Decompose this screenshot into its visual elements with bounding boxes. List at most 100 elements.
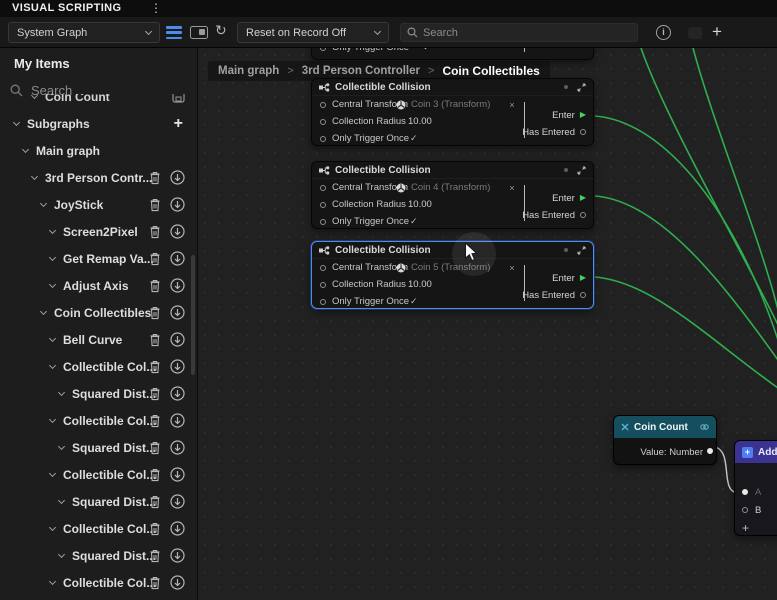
chevron-down-icon[interactable] xyxy=(57,496,66,505)
sidebar-item-squared-distance[interactable]: Squared Dist... xyxy=(0,488,197,515)
checkbox-checked-icon[interactable]: ✓ xyxy=(410,133,418,144)
input-port[interactable] xyxy=(320,201,326,208)
download-icon[interactable] xyxy=(170,278,185,293)
trash-icon[interactable] xyxy=(149,441,161,455)
chevron-down-icon[interactable] xyxy=(39,307,48,316)
download-icon[interactable] xyxy=(170,332,185,347)
download-icon[interactable] xyxy=(170,548,185,563)
expand-icon[interactable] xyxy=(577,83,586,92)
port-b-row[interactable]: B 1.00 xyxy=(735,501,777,519)
sidebar-item-collectible-collision[interactable]: Collectible Col... xyxy=(0,515,197,542)
chevron-down-icon[interactable] xyxy=(48,469,57,478)
sidebar-item-coin-collectibles[interactable]: Coin Collectibles xyxy=(0,299,197,326)
trash-icon[interactable] xyxy=(149,306,161,320)
link-icon[interactable] xyxy=(700,423,709,431)
radius-value[interactable]: 10.00 xyxy=(408,279,432,290)
info-icon[interactable]: i xyxy=(656,25,671,40)
close-icon[interactable]: × xyxy=(509,100,514,110)
download-icon[interactable] xyxy=(170,386,185,401)
sidebar-item-joystick[interactable]: JoyStick xyxy=(0,191,197,218)
hamburger-menu-icon[interactable] xyxy=(166,26,182,39)
download-icon[interactable] xyxy=(170,467,185,482)
trash-icon[interactable] xyxy=(149,198,161,212)
chevron-down-icon[interactable] xyxy=(48,523,57,532)
enter-port[interactable]: Enter ▶ xyxy=(552,271,586,285)
trash-icon[interactable] xyxy=(149,549,161,563)
trash-icon[interactable] xyxy=(149,387,161,401)
add-subgraph-icon[interactable]: + xyxy=(174,115,183,133)
chevron-down-icon[interactable] xyxy=(30,94,39,100)
collision-node-partial[interactable]: Only Trigger Once ✓ xyxy=(311,48,594,60)
chevron-down-icon[interactable] xyxy=(57,388,66,397)
chevron-down-icon[interactable] xyxy=(57,550,66,559)
sidebar-item-screen2pixel[interactable]: Screen2Pixel xyxy=(0,218,197,245)
sidebar-item-main-graph[interactable]: Main graph xyxy=(0,137,197,164)
port-a-row[interactable]: A xyxy=(735,483,777,501)
sidebar-item-collectible-collision[interactable]: Collectible Col... xyxy=(0,569,197,596)
trash-icon[interactable] xyxy=(149,171,161,185)
sidebar-item-collectible-collision[interactable]: Collectible Col... xyxy=(0,353,197,380)
enter-port[interactable]: Enter ▶ xyxy=(552,108,586,122)
input-port[interactable] xyxy=(320,101,326,108)
download-icon[interactable] xyxy=(170,359,185,374)
checkbox-checked-icon[interactable]: ✓ xyxy=(410,216,418,227)
chevron-down-icon[interactable] xyxy=(12,118,21,127)
kebab-menu-icon[interactable]: ⋮ xyxy=(150,1,162,15)
node-header[interactable]: Collectible Collision xyxy=(312,79,593,96)
download-icon[interactable] xyxy=(170,413,185,428)
node-header[interactable]: Collectible Collision xyxy=(312,162,593,179)
trash-icon[interactable] xyxy=(149,360,161,374)
trash-icon[interactable] xyxy=(149,279,161,293)
node-header[interactable]: + Add: Nu xyxy=(735,441,777,463)
input-port[interactable] xyxy=(320,298,326,305)
trash-icon[interactable] xyxy=(149,522,161,536)
breadcrumb-3rd-person-controller[interactable]: 3rd Person Controller xyxy=(302,65,420,77)
sidebar-scrollbar[interactable] xyxy=(191,255,195,375)
graph-selector-dropdown[interactable]: System Graph xyxy=(8,22,160,43)
sidebar-item-bell-curve[interactable]: Bell Curve xyxy=(0,326,197,353)
has-entered-port[interactable]: Has Entered xyxy=(522,125,586,139)
chevron-down-icon[interactable] xyxy=(48,577,57,586)
sidebar-item-squared-distance[interactable]: Squared Dist... xyxy=(0,542,197,569)
output-port[interactable] xyxy=(580,129,586,135)
sidebar-item-get-remap-value[interactable]: Get Remap Va... xyxy=(0,245,197,272)
breadcrumb-main-graph[interactable]: Main graph xyxy=(218,65,279,77)
enter-port[interactable]: Enter ▶ xyxy=(552,191,586,205)
add-input-button[interactable]: + xyxy=(735,519,777,537)
sidebar-item-subgraphs[interactable]: Subgraphs + xyxy=(0,110,197,137)
sidebar-item-coin-count[interactable]: Coin Count xyxy=(0,94,197,110)
trash-icon[interactable] xyxy=(149,333,161,347)
expand-icon[interactable] xyxy=(577,246,586,255)
sidebar-item-collectible-collision[interactable]: Collectible Col... xyxy=(0,461,197,488)
chevron-down-icon[interactable] xyxy=(48,280,57,289)
toolbar-search[interactable] xyxy=(400,23,638,42)
download-icon[interactable] xyxy=(170,224,185,239)
download-icon[interactable] xyxy=(170,305,185,320)
download-icon[interactable] xyxy=(170,251,185,266)
download-icon[interactable] xyxy=(170,575,185,590)
output-port[interactable] xyxy=(580,212,586,218)
chevron-down-icon[interactable] xyxy=(30,172,39,181)
chevron-down-icon[interactable] xyxy=(48,253,57,262)
input-port-a[interactable] xyxy=(742,489,748,495)
coin-count-node[interactable]: Coin Count Value: Number xyxy=(613,415,717,465)
panel-toggle-icon[interactable] xyxy=(190,26,208,39)
chevron-down-icon[interactable] xyxy=(48,226,57,235)
node-header[interactable]: Coin Count xyxy=(614,416,716,438)
download-icon[interactable] xyxy=(170,197,185,212)
sidebar-item-adjust-axis[interactable]: Adjust Axis xyxy=(0,272,197,299)
chevron-down-icon[interactable] xyxy=(48,415,57,424)
radius-value[interactable]: 10.00 xyxy=(408,199,432,210)
gear-icon[interactable] xyxy=(564,85,568,89)
add-icon[interactable]: + xyxy=(712,22,722,42)
toolbar-search-input[interactable] xyxy=(423,26,631,39)
chevron-down-icon[interactable] xyxy=(57,442,66,451)
download-icon[interactable] xyxy=(170,170,185,185)
input-port[interactable] xyxy=(320,184,326,191)
close-icon[interactable]: × xyxy=(509,263,514,273)
input-port[interactable] xyxy=(320,218,326,225)
collision-node-2[interactable]: Collectible Collision Central Transform … xyxy=(311,161,594,229)
download-icon[interactable] xyxy=(170,494,185,509)
chevron-down-icon[interactable] xyxy=(48,361,57,370)
trash-icon[interactable] xyxy=(149,576,161,590)
